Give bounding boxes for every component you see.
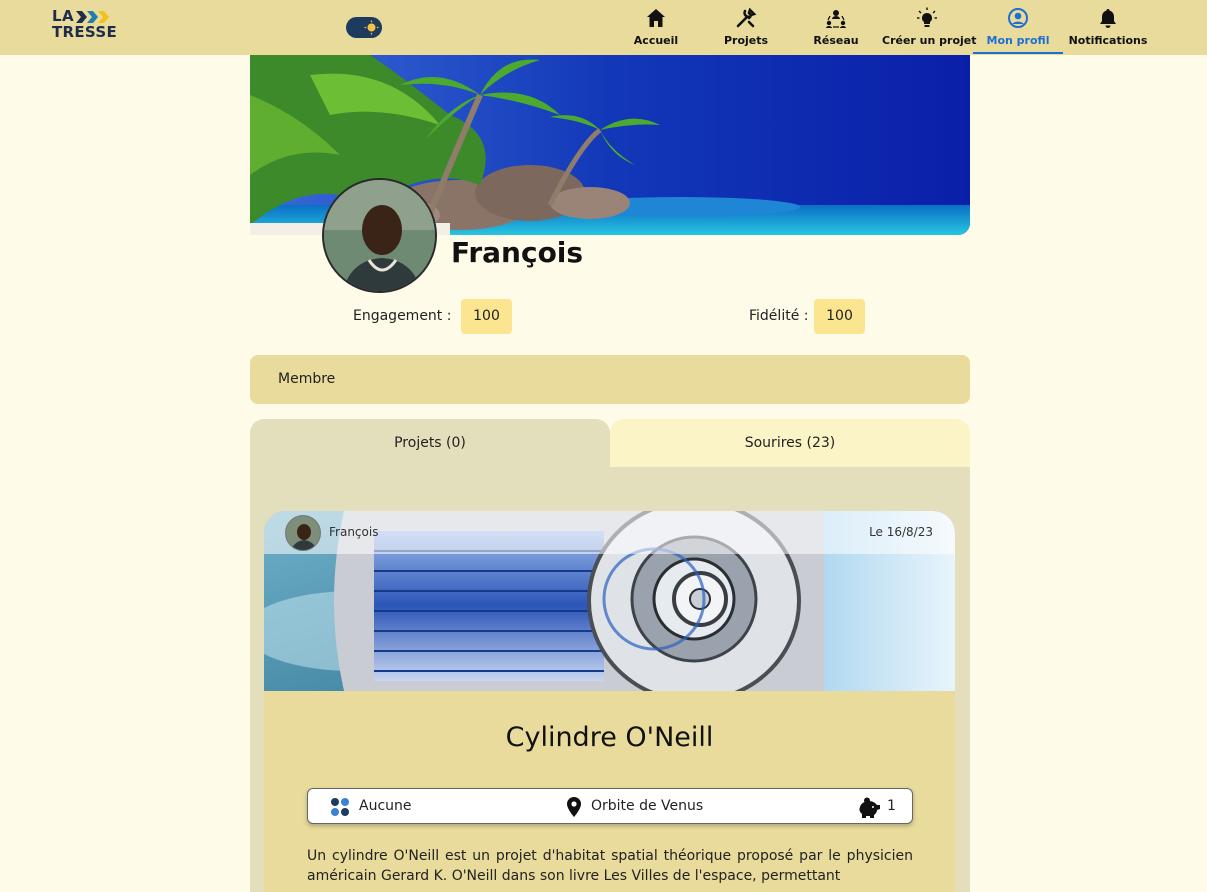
tab-sourires[interactable]: Sourires (23) <box>610 419 970 468</box>
project-card[interactable]: François Le 16/8/23 Cylindre O'Neill Auc… <box>264 511 955 892</box>
nav-label-projets: Projets <box>723 34 769 47</box>
sun-icon <box>363 19 380 36</box>
card-date: Le 16/8/23 <box>869 525 933 539</box>
piggy-bank-icon <box>859 797 880 818</box>
nav-item-accueil[interactable]: Accueil <box>611 0 701 53</box>
logo-text-tresse: TRESSE <box>52 23 118 41</box>
fidelite-value-badge: 100 <box>814 299 865 334</box>
home-icon <box>647 9 665 27</box>
role-text: Membre <box>278 371 336 387</box>
profile-name: François <box>451 236 584 269</box>
card-description: Un cylindre O'Neill est un projet d'habi… <box>307 848 913 884</box>
theme-toggle[interactable] <box>346 17 382 38</box>
category-icon <box>331 798 349 816</box>
tools-icon <box>736 7 757 28</box>
tab-projets[interactable]: Projets (0) <box>250 419 610 468</box>
role-box: Membre <box>250 355 970 404</box>
network-icon <box>826 10 846 28</box>
nav-item-mon-profil[interactable]: Mon profil <box>973 0 1063 54</box>
nav-item-reseau[interactable]: Réseau <box>791 0 881 53</box>
fidelite-label: Fidélité : <box>749 308 809 324</box>
lightbulb-icon <box>917 7 937 27</box>
app-logo[interactable]: LA TRESSE <box>52 9 122 41</box>
nav-label-reseau: Réseau <box>813 34 859 47</box>
project-info-bar: Aucune Orbite de Venus 1 <box>307 788 913 824</box>
logo-text-la: LA <box>52 7 75 25</box>
engagement-value-badge: 100 <box>461 299 512 334</box>
nav-item-creer-projet[interactable]: Créer un projet <box>882 0 977 53</box>
card-title[interactable]: Cylindre O'Neill <box>264 722 955 753</box>
card-author-name[interactable]: François <box>329 525 378 539</box>
top-navbar: LA TRESSE Accueil Projets Réseau Créer u… <box>0 0 1207 55</box>
logo-arrows-icon <box>76 11 109 23</box>
author-avatar[interactable] <box>285 515 321 551</box>
engagement-label: Engagement : <box>353 308 452 324</box>
nav-label-mon-profil: Mon profil <box>986 34 1050 47</box>
profile-avatar[interactable] <box>322 178 437 293</box>
nav-label-accueil: Accueil <box>633 34 679 47</box>
user-circle-icon <box>1008 8 1028 28</box>
nav-item-projets[interactable]: Projets <box>701 0 791 53</box>
nav-item-notifications[interactable]: Notifications <box>1063 0 1153 53</box>
project-location: Orbite de Venus <box>591 798 704 814</box>
project-category: Aucune <box>359 798 412 814</box>
bell-icon <box>1100 9 1116 28</box>
nav-label-notifications: Notifications <box>1068 34 1148 47</box>
nav-label-creer-projet: Créer un projet <box>882 34 977 47</box>
location-pin-icon <box>567 797 581 817</box>
card-header: François Le 16/8/23 <box>264 511 955 554</box>
project-count: 1 <box>887 798 896 814</box>
